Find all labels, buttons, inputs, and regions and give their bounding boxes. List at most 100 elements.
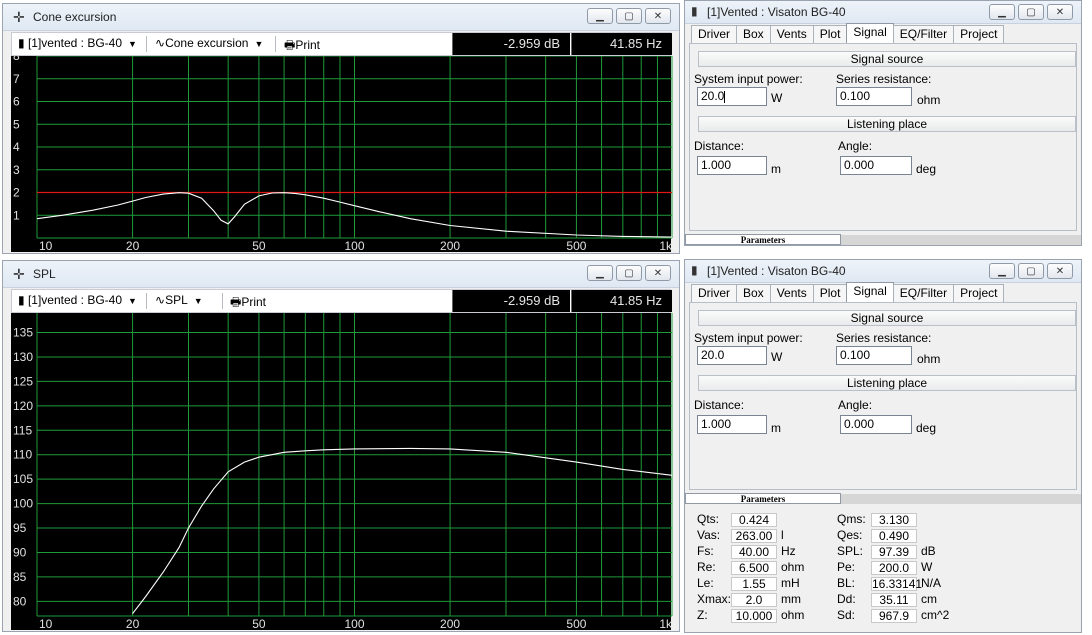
y-tick-label: 85: [13, 570, 27, 584]
y-tick-label: 1: [13, 208, 20, 222]
window-icon: ▮: [691, 263, 698, 277]
maximize-button[interactable]: ▢: [1018, 4, 1044, 20]
signal-source-header[interactable]: Signal source: [698, 310, 1076, 326]
crosshair-icon: ✛: [13, 9, 25, 25]
series-line: [132, 447, 673, 614]
sys-input-power-field[interactable]: 20.0: [697, 346, 767, 365]
series-res-field[interactable]: 0.100: [836, 87, 912, 106]
series-res-field[interactable]: 0.100: [836, 346, 912, 365]
close-button[interactable]: ✕: [645, 8, 671, 24]
param-label: Pe:: [837, 560, 856, 574]
param-title-bar[interactable]: ▮ [1]Vented : Visaton BG-40 ▁ ▢ ✕: [685, 1, 1081, 24]
cone-excursion-window: ✛ Cone excursion ▁ ▢ ✕ ▮ [1]vented : BG-…: [2, 3, 680, 254]
tab-project[interactable]: Project: [953, 284, 1005, 302]
tab-plot[interactable]: Plot: [812, 25, 848, 43]
spl-plot-area[interactable]: 80 85 90 95 100 105 110 115 120 125 130 135 10 20 50 10…: [11, 313, 673, 630]
distance-field[interactable]: 1.000: [697, 415, 767, 434]
minimize-button[interactable]: ▁: [989, 263, 1015, 279]
y-tick-label: 110: [13, 448, 32, 462]
dropdown-arrow-icon: ▼: [193, 296, 203, 306]
plot-select[interactable]: ∿SPL ▼: [155, 293, 203, 307]
signal-pane: Signal source System input power: 20.0 W…: [689, 43, 1077, 231]
tab-plot[interactable]: Plot: [812, 284, 848, 302]
window-title: [1]Vented : Visaton BG-40: [707, 5, 846, 19]
listening-place-header[interactable]: Listening place: [698, 375, 1076, 391]
maximize-button[interactable]: ▢: [616, 8, 642, 24]
param-value: 6.500: [731, 561, 777, 575]
x-tick-label: 50: [252, 617, 266, 630]
x-tick-label: 200: [440, 239, 460, 252]
param-value: 263.00: [731, 529, 777, 543]
listening-place-header[interactable]: Listening place: [698, 116, 1076, 132]
y-tick-label: 6: [13, 95, 20, 109]
angle-field[interactable]: 0.000: [840, 156, 912, 175]
cone-toolbar: ▮ [1]vented : BG-40 ▼ ∿Cone excursion ▼ 🖶P…: [11, 32, 672, 57]
param-label: Sd:: [837, 608, 856, 622]
minimize-button[interactable]: ▁: [587, 265, 613, 281]
x-tick-label: 500: [566, 239, 586, 252]
x-tick-label: 100: [344, 239, 364, 252]
parameters-grid: Qts: 0.424 Vas: 263.00 l Fs: 40.00 Hz Re: 6.500 oh…: [685, 506, 1081, 632]
cone-chart: 1 2 3 4 5 6 7 8 10 20 50 100 200 500 1k: [13, 56, 673, 252]
tab-strip: Driver Box Vents Plot Signal EQ/Filter P…: [691, 23, 1005, 43]
tab-eq-filter[interactable]: EQ/Filter: [892, 25, 955, 43]
tab-eq-filter[interactable]: EQ/Filter: [892, 284, 955, 302]
y-tick-label: 100: [13, 497, 33, 511]
maximize-button[interactable]: ▢: [1018, 263, 1044, 279]
tab-box[interactable]: Box: [736, 25, 771, 43]
signal-source-header[interactable]: Signal source: [698, 51, 1076, 67]
window-title: Cone excursion: [33, 10, 117, 24]
tab-signal[interactable]: Signal: [846, 23, 894, 43]
param-value: 10.000: [731, 609, 777, 623]
param-unit: cm^2: [921, 608, 950, 622]
tab-driver[interactable]: Driver: [691, 284, 737, 302]
cone-title-bar[interactable]: ✛ Cone excursion ▁ ▢ ✕: [3, 4, 679, 31]
series-res-label: Series resistance:: [836, 331, 932, 345]
power-unit: W: [771, 91, 783, 105]
plot-select[interactable]: ∿Cone excursion ▼: [155, 36, 263, 50]
driver-select[interactable]: ▮ [1]vented : BG-40 ▼: [18, 36, 137, 50]
parameters-tab[interactable]: Parameters: [685, 234, 841, 245]
tab-box[interactable]: Box: [736, 284, 771, 302]
sys-input-power-field[interactable]: 20.0: [697, 87, 767, 106]
distance-label: Distance:: [694, 139, 745, 153]
minimize-button[interactable]: ▁: [587, 8, 613, 24]
dropdown-arrow-icon: ▼: [254, 39, 264, 49]
print-button[interactable]: 🖶Print: [230, 293, 266, 314]
spl-title-bar[interactable]: ✛ SPL ▁ ▢ ✕: [3, 261, 679, 288]
y-tick-label: 95: [13, 521, 27, 535]
waveform-icon: ∿: [155, 36, 166, 50]
tab-driver[interactable]: Driver: [691, 25, 737, 43]
minimize-button[interactable]: ▁: [989, 4, 1015, 20]
sys-input-power-label: System input power:: [694, 72, 803, 86]
close-button[interactable]: ✕: [1047, 4, 1073, 20]
param-label: Vas:: [697, 528, 721, 542]
tab-signal[interactable]: Signal: [846, 282, 894, 302]
param-title-bar[interactable]: ▮ [1]Vented : Visaton BG-40 ▁ ▢ ✕: [685, 260, 1081, 283]
cone-plot-area[interactable]: 1 2 3 4 5 6 7 8 10 20 50 100 200 500 1k: [11, 56, 673, 252]
x-tick-label: 10: [39, 239, 53, 252]
y-tick-label: 135: [13, 326, 33, 340]
param-value: 1.55: [731, 577, 777, 591]
param-value: 967.9: [871, 609, 917, 623]
spl-toolbar: ▮ [1]vented : BG-40 ▼ ∿SPL ▼ 🖶Print -2.959…: [11, 289, 672, 314]
param-label: Le:: [697, 576, 714, 590]
angle-field[interactable]: 0.000: [840, 415, 912, 434]
ohm-unit: ohm: [917, 93, 941, 107]
param-unit: W: [921, 560, 933, 574]
print-button[interactable]: 🖶Print: [284, 36, 320, 57]
maximize-button[interactable]: ▢: [616, 265, 642, 281]
y-tick-label: 5: [13, 117, 20, 131]
tab-vents[interactable]: Vents: [769, 25, 814, 43]
close-button[interactable]: ✕: [1047, 263, 1073, 279]
plot-select-label: Cone excursion: [165, 36, 249, 50]
parameters-tab[interactable]: Parameters: [685, 493, 841, 504]
driver-select[interactable]: ▮ [1]vented : BG-40 ▼: [18, 293, 137, 307]
series-res-label: Series resistance:: [836, 72, 932, 86]
tab-vents[interactable]: Vents: [769, 284, 814, 302]
param-window-bottom: ▮ [1]Vented : Visaton BG-40 ▁ ▢ ✕ Driver…: [684, 259, 1082, 633]
tab-project[interactable]: Project: [953, 25, 1005, 43]
close-button[interactable]: ✕: [645, 265, 671, 281]
dropdown-arrow-icon: ▼: [128, 296, 137, 306]
distance-field[interactable]: 1.000: [697, 156, 767, 175]
